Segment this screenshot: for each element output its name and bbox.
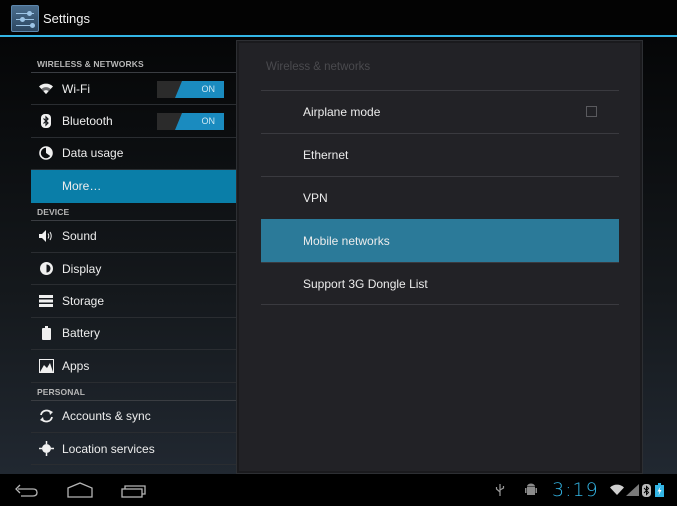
header-item-display[interactable]: Display <box>31 253 236 286</box>
settings-sliders-icon[interactable] <box>11 5 39 32</box>
category-device: DEVICE <box>31 203 236 221</box>
header-item-bluetooth[interactable]: Bluetooth ON <box>31 105 236 138</box>
header-item-more[interactable]: More… <box>31 170 236 203</box>
header-item-label: Bluetooth <box>62 114 113 129</box>
sync-icon <box>36 406 56 426</box>
toggle-state: ON <box>201 116 216 127</box>
header-item-label: Location services <box>62 441 155 456</box>
app-title: Settings <box>43 11 90 26</box>
settings-header-list: WIRELESS & NETWORKS Wi-Fi ON Bluetooth O… <box>31 55 236 466</box>
battery-charging-icon <box>655 474 664 506</box>
pref-support-3g-dongle-list[interactable]: Support 3G Dongle List <box>261 262 619 305</box>
header-item-label: Storage <box>62 294 105 309</box>
storage-icon <box>36 291 56 311</box>
android-debug-icon <box>525 474 537 506</box>
header-item-label: Data usage <box>62 146 124 161</box>
pref-label: VPN <box>303 191 328 205</box>
header-item-label: Accounts & sync <box>62 409 151 424</box>
category-personal: PERSONAL <box>31 383 236 401</box>
brightness-icon <box>36 259 56 279</box>
toggle-state: ON <box>201 84 216 94</box>
status-clock: 3:19 <box>552 479 599 501</box>
header-item-label: Sound <box>62 229 97 244</box>
speaker-icon <box>36 226 56 246</box>
apps-icon <box>36 356 56 376</box>
home-icon[interactable] <box>66 481 96 499</box>
main-area: WIRELESS & NETWORKS Wi-Fi ON Bluetooth O… <box>0 37 677 474</box>
header-item-location-services[interactable]: Location services <box>31 433 236 466</box>
recent-apps-icon[interactable] <box>120 481 150 499</box>
header-item-storage[interactable]: Storage <box>31 285 236 318</box>
header-item-battery[interactable]: Battery <box>31 318 236 351</box>
battery-icon <box>36 323 56 343</box>
data-usage-icon <box>36 143 56 163</box>
bluetooth-toggle[interactable]: ON <box>157 113 224 131</box>
pref-label: Support 3G Dongle List <box>303 276 428 291</box>
header-item-apps[interactable]: Apps <box>31 350 236 383</box>
header-item-label: More… <box>62 178 102 193</box>
header-item-label: Apps <box>62 358 90 373</box>
pref-mobile-networks[interactable]: Mobile networks <box>261 219 619 262</box>
header-item-label: Battery <box>62 326 101 341</box>
wifi-toggle[interactable]: ON <box>157 81 224 98</box>
category-wireless-networks: WIRELESS & NETWORKS <box>31 55 236 73</box>
wifi-signal-icon <box>609 474 625 506</box>
back-icon[interactable] <box>13 481 43 499</box>
pref-label: Ethernet <box>303 148 349 162</box>
cell-signal-icon <box>626 474 639 506</box>
header-item-wifi[interactable]: Wi-Fi ON <box>31 73 236 106</box>
bluetooth-status-icon <box>642 474 651 506</box>
detail-panel: Wireless & networks Airplane mode Ethern… <box>237 41 642 473</box>
airplane-mode-checkbox[interactable] <box>586 106 597 117</box>
detail-list: Airplane mode Ethernet VPN Mobile networ… <box>261 90 619 305</box>
action-bar: Settings <box>0 0 677 37</box>
pref-label: Airplane mode <box>303 105 381 119</box>
detail-title: Wireless & networks <box>266 61 371 73</box>
header-item-data-usage[interactable]: Data usage <box>31 138 236 171</box>
pref-vpn[interactable]: VPN <box>261 176 619 219</box>
header-item-accounts-sync[interactable]: Accounts & sync <box>31 401 236 433</box>
usb-icon <box>495 474 505 506</box>
pref-label: Mobile networks <box>303 234 390 248</box>
header-item-label: Wi-Fi <box>62 81 90 96</box>
pref-ethernet[interactable]: Ethernet <box>261 133 619 176</box>
bluetooth-icon <box>36 111 56 131</box>
header-item-label: Display <box>62 261 102 276</box>
header-item-sound[interactable]: Sound <box>31 221 236 253</box>
system-bar: 3:19 <box>0 474 677 506</box>
wifi-icon <box>36 79 56 99</box>
location-icon <box>36 439 56 459</box>
pref-airplane-mode[interactable]: Airplane mode <box>261 90 619 133</box>
